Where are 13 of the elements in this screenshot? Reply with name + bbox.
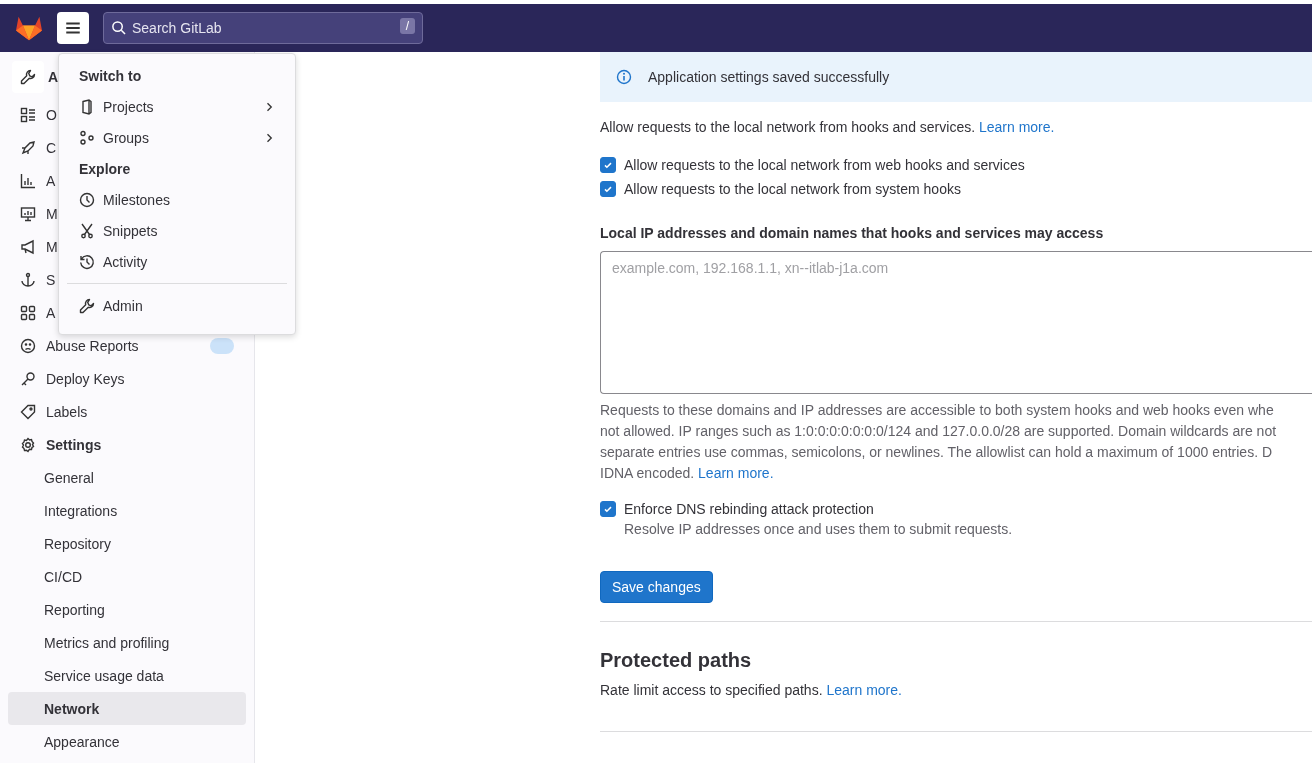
intro-text: Allow requests to the local network from hooks and services. Learn more. [600,118,1056,137]
section-title: Protected paths [600,648,753,672]
checkbox-hint: Resolve IP addresses once and uses them to submit requests. [624,520,1013,539]
sidebar-title: A [48,69,59,85]
section-description: Rate limit access to specified paths. Learn more. [600,682,903,698]
help-text: Requests to these domains and IP addresses are accessible to both system hooks and web hooks even whe not allowed. IP ranges such as 1:0:0:0:0:0:0:0/124 and 127.0.0.0/28 are supported. Domain wildcards are not separate entries use commas, semicolons, or newlines. The allowlist can hold a maximum of 1000 entries. D IDNA encoded. Learn more. [600,401,1278,483]
checkbox-label: Enforce DNS rebinding attack protection [624,500,875,519]
checkbox-label: Allow requests to the local network from web hooks and services [624,156,1025,175]
menu-heading: Explore [78,159,132,179]
alert-message: Application settings saved successfully [648,69,890,85]
field-label: Local IP addresses and domain names that hooks and services may access [600,224,1105,243]
menu-heading: Switch to [78,66,143,86]
checkbox-label: Allow requests to the local network from system hooks [624,180,961,199]
